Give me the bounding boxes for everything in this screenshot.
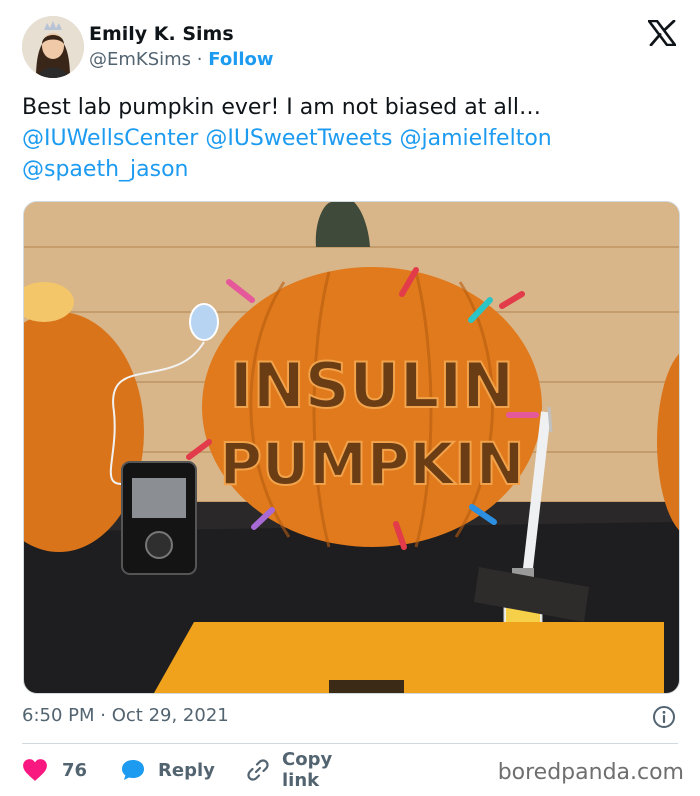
avatar[interactable]	[22, 16, 84, 78]
copy-link-button[interactable]: Copy link	[246, 749, 332, 791]
reply-bubble-icon	[120, 758, 146, 782]
mention-iuwellscenter[interactable]: @IUWellsCenter	[22, 126, 198, 151]
reply-button[interactable]: Reply	[120, 755, 215, 785]
handle-separator: ·	[196, 49, 203, 70]
link-icon	[246, 758, 270, 782]
info-icon[interactable]	[652, 705, 676, 729]
heart-icon	[22, 758, 48, 782]
tweet-date: Oct 29, 2021	[111, 705, 229, 726]
like-count: 76	[62, 759, 88, 781]
actions-divider	[22, 743, 678, 744]
carved-text-line1: INSULIN	[230, 349, 514, 422]
author-handle[interactable]: @EmKSims	[89, 49, 191, 70]
x-logo-icon[interactable]	[647, 19, 677, 47]
meta-separator: ·	[100, 705, 106, 726]
tweet-header: Emily K. Sims @EmKSims · Follow	[22, 16, 678, 78]
mention-spaeth-jason[interactable]: @spaeth_jason	[22, 157, 188, 182]
tweet-timestamp[interactable]: 6:50 PM · Oct 29, 2021	[22, 705, 229, 726]
mention-iusweettweets[interactable]: @IUSweetTweets	[205, 126, 392, 151]
tweet-body: Best lab pumpkin ever! I am not biased a…	[22, 95, 542, 120]
tweet-time: 6:50 PM	[22, 705, 95, 726]
follow-button[interactable]: Follow	[208, 49, 273, 70]
author-name[interactable]: Emily K. Sims	[89, 23, 234, 45]
tweet-text: Best lab pumpkin ever! I am not biased a…	[22, 92, 682, 185]
carved-text-line2: PUMPKIN	[220, 430, 525, 498]
mention-jamielfelton[interactable]: @jamielfelton	[400, 126, 552, 151]
tweet-photo[interactable]: INSULIN PUMPKIN	[23, 201, 680, 694]
copy-link-label: Copy link	[282, 749, 333, 791]
watermark: boredpanda.com	[497, 760, 684, 785]
reply-label: Reply	[158, 759, 215, 781]
author-handle-line: @EmKSims · Follow	[89, 49, 274, 70]
like-button[interactable]: 76	[22, 755, 87, 785]
